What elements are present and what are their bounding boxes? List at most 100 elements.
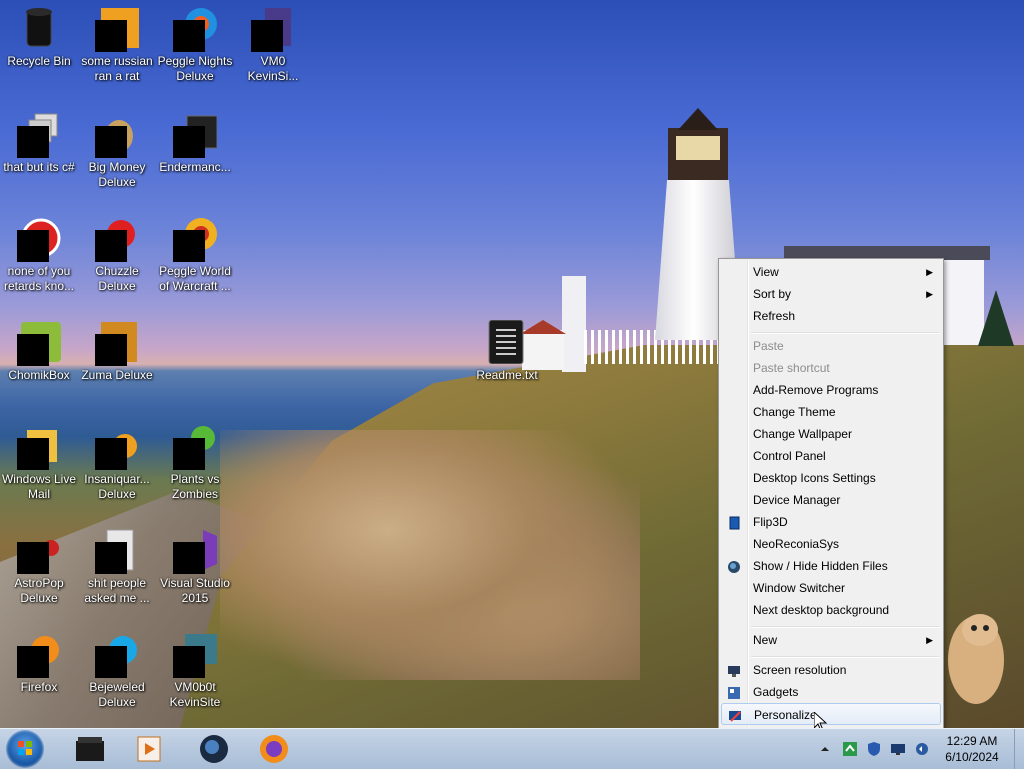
desktop-icon-none-of-you[interactable]: none of you retards kno...: [0, 216, 78, 294]
submenu-arrow-icon: ▶: [926, 635, 933, 645]
submenu-arrow-icon: ▶: [926, 289, 933, 299]
menu-item-label: Show / Hide Hidden Files: [753, 559, 888, 573]
menu-item-next-desktop-background[interactable]: Next desktop background: [721, 599, 941, 621]
menu-item-label: Device Manager: [753, 493, 841, 507]
desktop-icon-bejeweled[interactable]: Bejeweled Deluxe: [78, 632, 156, 710]
menu-item-label: Paste shortcut: [753, 361, 830, 375]
menu-item-label: Next desktop background: [753, 603, 890, 617]
menu-item-label: Gadgets: [753, 685, 799, 699]
peggle-icon: [173, 6, 217, 52]
clock-date: 6/10/2024: [945, 750, 999, 764]
desktop-icon-endermanch[interactable]: Endermanc...: [156, 112, 234, 175]
menu-item-label: Flip3D: [753, 515, 788, 529]
menu-item-sort-by[interactable]: Sort by ▶: [721, 283, 941, 305]
menu-item-paste[interactable]: Paste: [721, 335, 941, 357]
desktop-icon-visual-studio[interactable]: Visual Studio 2015: [156, 528, 234, 606]
desktop-icon-insaniquarium[interactable]: Insaniquar... Deluxe: [78, 424, 156, 502]
flip3d-icon: [727, 515, 741, 530]
icon-label: Endermanc...: [159, 160, 231, 174]
menu-separator: [751, 332, 939, 334]
icon-label: Insaniquar... Deluxe: [84, 472, 150, 501]
plant-icon: [173, 424, 217, 470]
desktop-icon-chomikbox[interactable]: ChomikBox: [0, 320, 78, 383]
peggle-icon: [173, 216, 217, 262]
desktop-context-menu: View ▶ Sort by ▶ Refresh Paste Paste short…: [718, 258, 944, 730]
desktop-icon-zuma[interactable]: Zuma Deluxe: [78, 320, 156, 383]
menu-item-label: Add-Remove Programs: [753, 383, 879, 397]
icon-label: Visual Studio 2015: [160, 576, 230, 605]
desktop-icon-vm0-kevinsite[interactable]: VM0 KevinSi...: [234, 6, 312, 84]
desktop-icon-shit-people[interactable]: shit people asked me ...: [78, 528, 156, 606]
explorer-icon[interactable]: [72, 733, 108, 765]
desktop-icon-some-russian[interactable]: some russian ran a rat: [78, 6, 156, 84]
menu-item-show-hide-hidden-files[interactable]: Show / Hide Hidden Files: [721, 555, 941, 577]
menu-item-screen-resolution[interactable]: Screen resolution: [721, 659, 941, 681]
menu-item-gadgets[interactable]: Gadgets: [721, 681, 941, 703]
icon-label: Chuzzle Deluxe: [95, 264, 139, 293]
chuzzle-icon: [95, 216, 139, 262]
menu-item-label: Sort by: [753, 287, 792, 301]
icon-label: Big Money Deluxe: [88, 160, 146, 189]
menu-item-change-wallpaper[interactable]: Change Wallpaper: [721, 423, 941, 445]
menu-item-new[interactable]: New ▶: [721, 629, 941, 651]
menu-item-paste-shortcut[interactable]: Paste shortcut: [721, 357, 941, 379]
shield-icon[interactable]: [866, 741, 882, 757]
icon-label: none of you retards kno...: [3, 264, 75, 293]
menu-item-device-manager[interactable]: Device Manager: [721, 489, 941, 511]
menu-item-window-switcher[interactable]: Window Switcher: [721, 577, 941, 599]
app-icon: [95, 6, 139, 52]
icon-label: shit people asked me ...: [84, 576, 150, 605]
desktop-icon-readme[interactable]: Readme.txt: [468, 319, 546, 383]
desktop-icon-peggle-wow[interactable]: Peggle World of Warcraft ...: [156, 216, 234, 294]
desktop-icon-astropop[interactable]: AstroPop Deluxe: [0, 528, 78, 606]
menu-item-label: New: [753, 633, 778, 647]
taskbar: 12:29 AM 6/10/2024: [0, 728, 1024, 769]
menu-item-label: Screen resolution: [753, 663, 847, 677]
app-icon: [251, 6, 295, 52]
terminal-icon: [173, 112, 218, 158]
menu-item-desktop-icons-settings[interactable]: Desktop Icons Settings: [721, 467, 941, 489]
menu-item-add-remove-programs[interactable]: Add-Remove Programs: [721, 379, 941, 401]
desktop-icon-firefox[interactable]: Firefox: [0, 632, 78, 695]
icon-label: VM0b0t KevinSite: [169, 680, 221, 709]
desktop-icon-plants-vs-zombies[interactable]: Plants vs Zombies: [156, 424, 234, 502]
desktop-icon-recycle-bin[interactable]: Recycle Bin: [0, 6, 78, 69]
desktop-icon-chuzzle[interactable]: Chuzzle Deluxe: [78, 216, 156, 294]
menu-item-personalize[interactable]: Personalize: [721, 703, 941, 725]
desktop-icon-vm0b0t[interactable]: VM0b0t KevinSite: [156, 632, 234, 710]
menu-item-neoreconiasys[interactable]: NeoReconiaSys: [721, 533, 941, 555]
globe-icon[interactable]: [196, 733, 232, 765]
menu-item-view[interactable]: View ▶: [721, 261, 941, 283]
icon-label: Recycle Bin: [7, 54, 71, 68]
media-player-icon[interactable]: [132, 733, 168, 765]
desktop-icon-peggle-nights[interactable]: Peggle Nights Deluxe: [156, 6, 234, 84]
money-bag-icon: [95, 112, 139, 158]
icon-label: that but its c#: [3, 160, 75, 174]
menu-item-flip3d[interactable]: Flip3D: [721, 511, 941, 533]
desktop-icon-windows-live-mail[interactable]: Windows Live Mail: [0, 424, 78, 502]
icon-label: Zuma Deluxe: [81, 368, 153, 382]
menu-item-control-panel[interactable]: Control Panel: [721, 445, 941, 467]
menu-item-refresh[interactable]: Refresh: [721, 305, 941, 327]
icon-label: some russian ran a rat: [81, 54, 153, 83]
window-icon: [17, 112, 61, 158]
menu-item-change-theme[interactable]: Change Theme: [721, 401, 941, 423]
sync-icon[interactable]: [842, 741, 858, 757]
mail-icon: [17, 424, 61, 470]
volume-icon[interactable]: [914, 741, 930, 757]
icon-label: Peggle World of Warcraft ...: [159, 264, 231, 293]
firefox-icon[interactable]: [256, 733, 292, 765]
show-desktop-button[interactable]: [1014, 729, 1024, 769]
hamster-gadget[interactable]: [944, 604, 1008, 708]
icon-label: Readme.txt: [476, 368, 538, 382]
menu-separator: [751, 656, 939, 658]
monitor-icon[interactable]: [890, 741, 906, 757]
icon-label: Firefox: [20, 680, 58, 694]
desktop-icon-that-but-its-csharp[interactable]: that but its c#: [0, 112, 78, 175]
menu-item-label: Desktop Icons Settings: [753, 471, 876, 485]
chevron-up-icon[interactable]: [820, 743, 830, 753]
astropop-icon: [17, 528, 61, 574]
system-clock[interactable]: 12:29 AM 6/10/2024: [934, 733, 1010, 765]
desktop-icon-big-money[interactable]: Big Money Deluxe: [78, 112, 156, 190]
start-orb-icon[interactable]: [6, 730, 44, 768]
